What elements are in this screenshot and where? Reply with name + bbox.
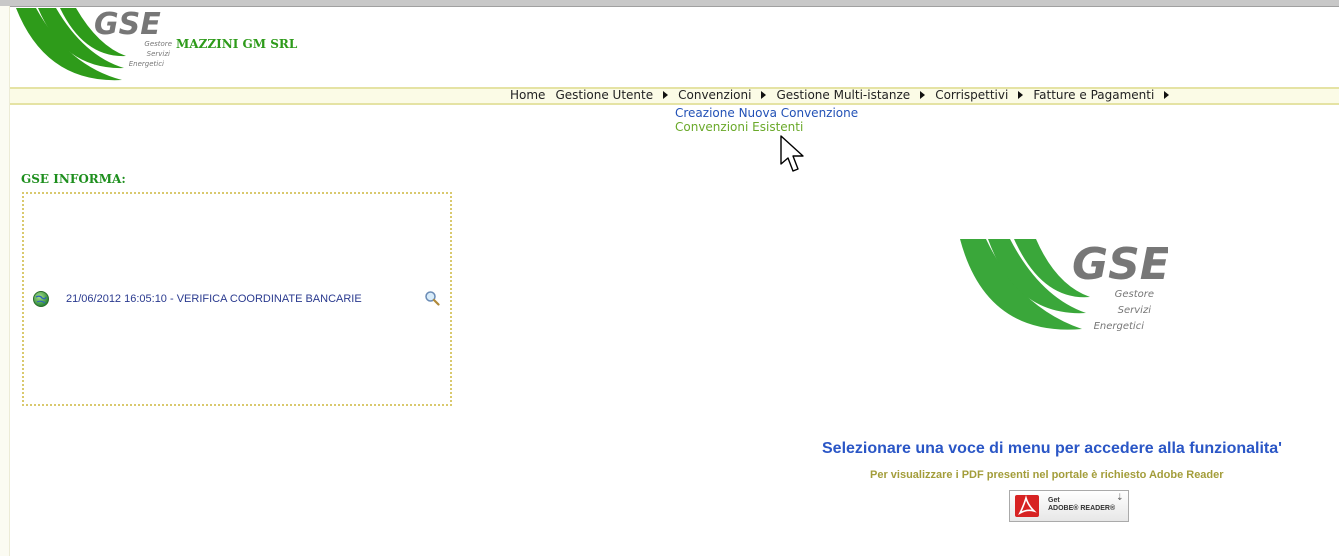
svg-text:Gestore: Gestore	[144, 40, 172, 48]
submenu-item-convenzioni-esistenti[interactable]: Convenzioni Esistenti	[675, 120, 858, 134]
gse-main-logo: GSE Gestore Servizi Energetici	[960, 239, 1168, 332]
adobe-pdf-icon	[1015, 495, 1039, 517]
globe-icon	[33, 291, 49, 307]
main-menu: Home Gestione Utente Convenzioni Gestion…	[510, 88, 1179, 102]
svg-text:Servizi: Servizi	[147, 50, 170, 58]
select-menu-message: Selezionare una voce di menu per acceder…	[822, 440, 1282, 457]
convenzioni-submenu: Creazione Nuova Convenzione Convenzioni …	[675, 106, 858, 134]
svg-text:Servizi: Servizi	[1118, 305, 1152, 316]
submenu-item-creazione-nuova-convenzione[interactable]: Creazione Nuova Convenzione	[675, 106, 858, 120]
gse-informa-title: GSE INFORMA:	[21, 172, 126, 186]
mouse-cursor-icon	[780, 135, 804, 172]
left-gutter	[0, 6, 10, 556]
svg-text:Energetici: Energetici	[1094, 321, 1145, 332]
window-top-border	[0, 0, 1339, 7]
pdf-reader-message: Per visualizzare i PDF presenti nel port…	[870, 469, 1224, 481]
svg-text:Energetici: Energetici	[129, 60, 164, 68]
submenu-arrow-icon	[1164, 91, 1170, 99]
news-link[interactable]: 21/06/2012 16:05:10 - VERIFICA COORDINAT…	[66, 293, 362, 305]
news-row: 21/06/2012 16:05:10 - VERIFICA COORDINAT…	[32, 290, 444, 308]
menu-item-gestione-utente[interactable]: Gestione Utente	[555, 88, 669, 102]
gse-header-logo[interactable]: GSE Gestore Servizi Energetici	[14, 6, 184, 90]
menu-item-convenzioni[interactable]: Convenzioni	[678, 88, 767, 102]
main-logo-text: GSE	[1072, 239, 1168, 290]
menu-item-home[interactable]: Home	[510, 88, 545, 102]
header-logo-text: GSE	[94, 7, 161, 42]
menu-item-corrispettivi[interactable]: Corrispettivi	[935, 88, 1024, 102]
menu-item-gestione-multi-istanze[interactable]: Gestione Multi-istanze	[776, 88, 926, 102]
submenu-arrow-icon	[663, 91, 669, 99]
get-adobe-reader-button[interactable]: Get ADOBE® READER® ⇣	[1009, 490, 1129, 522]
submenu-arrow-icon	[761, 91, 767, 99]
submenu-arrow-icon	[920, 91, 926, 99]
download-arrow-icon: ⇣	[1116, 493, 1124, 503]
magnifier-icon[interactable]	[424, 290, 440, 306]
menu-item-fatture-pagamenti[interactable]: Fatture e Pagamenti	[1033, 88, 1170, 102]
submenu-arrow-icon	[1018, 91, 1024, 99]
company-name: MAZZINI GM SRL	[176, 37, 298, 51]
svg-text:Gestore: Gestore	[1115, 289, 1154, 300]
